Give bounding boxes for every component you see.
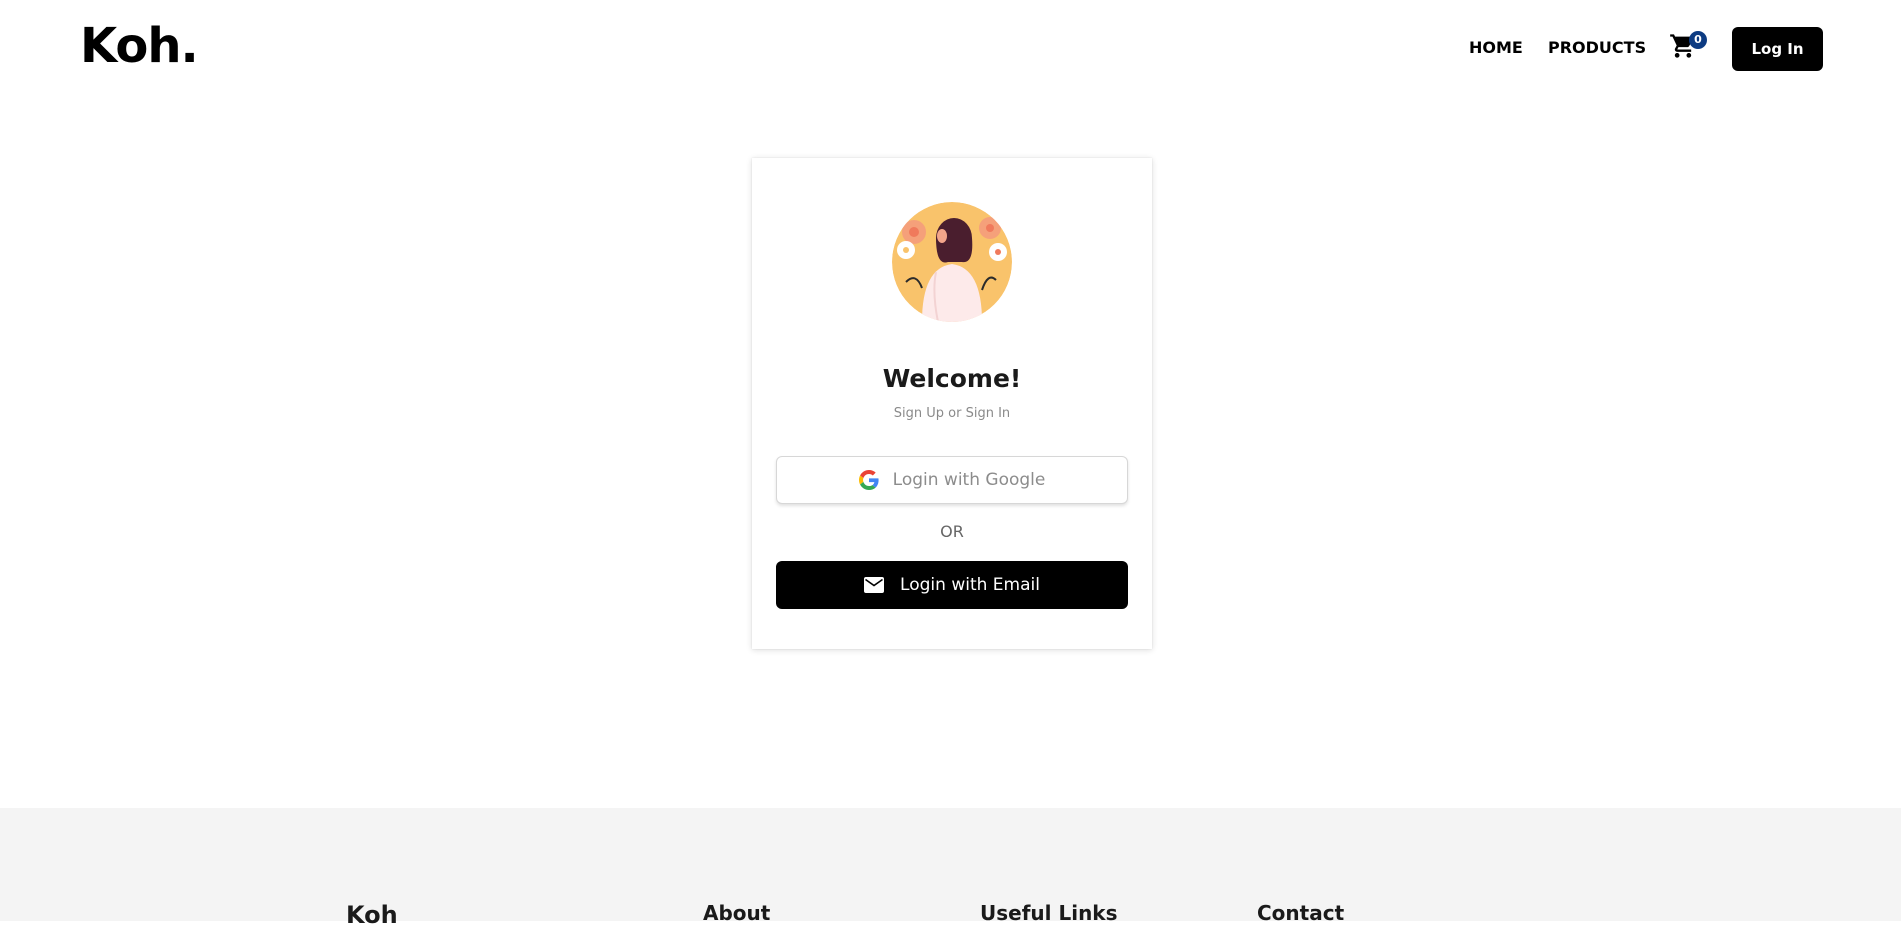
site-footer: Koh About Useful Links Contact — [0, 808, 1901, 927]
login-button[interactable]: Log In — [1732, 27, 1823, 71]
site-logo[interactable]: Koh. — [80, 17, 199, 75]
site-header: Koh. HOME PRODUCTS 0 Log In — [0, 0, 1901, 98]
welcome-subtitle: Sign Up or Sign In — [893, 406, 1011, 421]
nav-products-link[interactable]: PRODUCTS — [1548, 38, 1646, 58]
avatar — [892, 202, 1012, 322]
woman-illustration-icon — [892, 202, 1012, 322]
welcome-title: Welcome! — [882, 364, 1022, 393]
footer-useful-links-heading: Useful Links — [980, 901, 1118, 925]
footer-contact-heading: Contact — [1257, 901, 1345, 925]
nav-home-link[interactable]: HOME — [1469, 38, 1523, 58]
cart-count-badge: 0 — [1689, 31, 1707, 49]
cart-button[interactable]: 0 — [1669, 31, 1707, 63]
login-email-label: Login with Email — [900, 575, 1040, 595]
login-google-label: Login with Google — [892, 470, 1046, 490]
google-icon — [858, 470, 879, 490]
or-divider: OR — [940, 522, 964, 541]
login-email-button[interactable]: Login with Email — [776, 561, 1128, 609]
footer-brand: Koh — [346, 901, 398, 929]
login-card: Welcome! Sign Up or Sign In Login with G… — [752, 158, 1152, 649]
footer-about-heading: About — [703, 901, 771, 925]
login-google-button[interactable]: Login with Google — [776, 456, 1128, 504]
mail-icon — [864, 577, 885, 593]
